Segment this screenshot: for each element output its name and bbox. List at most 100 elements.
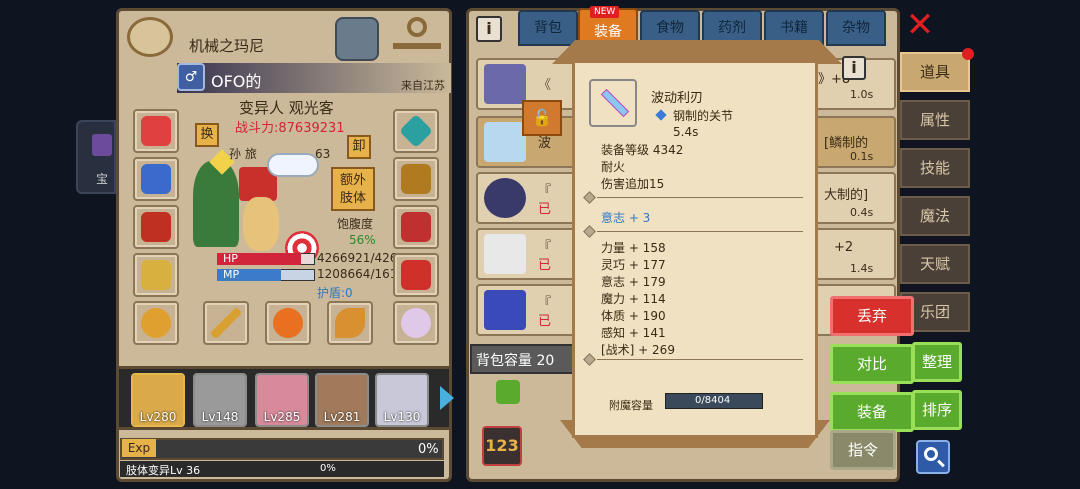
tooltip-info-icon[interactable]: i [842,56,866,80]
party-level: Lv280 [139,410,177,424]
hp-label: HP [223,252,238,265]
blade-icon [589,79,637,127]
tidy-button[interactable]: 整理 [912,342,962,382]
equip-slot-weapon-2[interactable] [265,301,311,345]
item-equipped-tag: 已 [538,314,552,329]
enchant-label: 附魔容量 [609,399,653,412]
tooltip-stat: 魔力 + 114 [601,292,666,306]
tooltip-stat: 灵巧 + 177 [601,258,666,272]
gun-icon [484,64,526,104]
tooltip-property: 伤害追加15 [601,177,665,191]
tab-bag[interactable]: 背包 [518,10,578,46]
quill-icon [484,234,526,274]
new-badge: NEW [590,6,620,18]
equip-slot-belt[interactable] [393,205,439,249]
cape-icon [141,212,171,242]
equip-slot-ring[interactable] [133,301,179,345]
equip-slot-boots[interactable] [393,253,439,297]
extra-body-button[interactable]: 额外 肢体 [331,167,375,211]
equip-slot-back[interactable] [133,205,179,249]
party-level: Lv130 [383,410,421,424]
equip-slot-neck[interactable] [133,157,179,201]
item-suffix: [鳞制的 [824,136,869,151]
item-tooltip: 波动利刃 钢制的关节 5.4s 装备等级 4342 耐火 伤害追加15 意志 +… [572,60,818,438]
status-partial: 孙 旅 [229,147,257,161]
side-tab-magic[interactable]: 魔法 [900,196,970,236]
item-speed: 0.1s [850,150,874,163]
equip-slot-body[interactable] [133,253,179,297]
swap-button[interactable]: 换 [195,123,219,147]
party-member-2[interactable]: Lv148 [193,373,247,427]
filter-icon[interactable]: 123 [482,426,522,466]
status-num: 63 [315,147,331,161]
tab-misc[interactable]: 杂物 [826,10,886,46]
sort-button[interactable]: 排序 [912,390,962,430]
chest-icon [92,134,112,156]
close-icon[interactable]: ✕ [904,8,936,42]
item-speed: 0.4s [850,206,874,219]
equip-slot-weapon-1[interactable] [203,301,249,345]
equip-slot-accessory[interactable] [393,301,439,345]
party-next-arrow-icon[interactable] [440,386,454,410]
item-speed: 1.0s [850,88,874,101]
character-title: 变异人 观光客 [239,99,334,117]
player-origin: 来自江苏 [401,79,445,92]
item-name: 『 [538,184,552,199]
lock-icon[interactable]: 🔓 [522,100,562,136]
party-member-3[interactable]: Lv285 [255,373,309,427]
compare-button[interactable]: 对比 [830,344,914,384]
shield-value: 护盾:0 [317,286,353,300]
equip-slot-gem[interactable] [393,109,439,153]
bag-capacity: 背包容量 20 [476,353,555,369]
equip-slot-weapon-3[interactable] [327,301,373,345]
item-equipped-tag: 已 [538,202,552,217]
divider [597,359,803,360]
equip-button[interactable]: 装备 [830,392,914,432]
exp-label: Exp [122,439,156,457]
party-strip: Lv280 Lv148 Lv285 Lv281 Lv130 [116,366,452,430]
side-tab-items[interactable]: 道具 [900,48,974,92]
side-tab-skills[interactable]: 技能 [900,148,970,188]
character-name: 机械之玛尼 [189,37,265,55]
satiety-value: 56% [349,233,376,247]
tooltip-property: 耐火 [601,160,626,174]
side-tab-attributes[interactable]: 属性 [900,100,970,140]
party-level: Lv281 [323,410,361,424]
satiety-label: 饱腹度 [337,217,374,231]
bow-icon [335,308,365,338]
side-tab-talent[interactable]: 天赋 [900,244,970,284]
chest-tab[interactable]: 宝 [76,120,116,194]
equip-slot-glove[interactable] [393,157,439,201]
material-gem-icon [655,109,667,121]
hanger-icon[interactable] [389,17,445,61]
search-icon[interactable] [916,440,950,474]
chest-tab-label: 宝 [96,172,109,186]
extra-body-label-1: 额外 [339,173,366,188]
gem-icon [399,114,433,148]
party-member-4[interactable]: Lv281 [315,373,369,427]
party-level: Lv148 [201,410,239,424]
discard-button[interactable]: 丢弃 [830,296,914,336]
info-icon[interactable]: i [476,16,502,42]
tooltip-stat: [战术] + 269 [601,343,675,357]
item-speed: 1.4s [850,262,874,275]
tab-equipment-label: 装备 [594,24,622,40]
tooltip-stat: 感知 + 141 [601,326,666,340]
arrow-down-icon[interactable] [496,380,520,404]
staff-icon [211,308,241,338]
ship-icon[interactable] [335,17,379,61]
unload-button[interactable]: 卸 [347,135,371,159]
player-name: OFO的 [211,72,262,91]
equip-slot-head[interactable] [133,109,179,153]
party-member-1[interactable]: Lv280 [131,373,185,427]
side-tab-items-label: 道具 [919,63,950,81]
party-member-5[interactable]: Lv130 [375,373,429,427]
divider [597,197,803,198]
command-button[interactable]: 指令 [830,430,896,470]
tooltip-item-name: 波动利刃 [651,91,704,106]
party-level: Lv285 [263,410,301,424]
tooltip-equip-level: 装备等级 4342 [601,143,684,157]
hp-value: 4266921/426 [317,251,398,265]
divider-diamond-icon [583,353,596,366]
class-exp-value: 0% [320,463,336,474]
